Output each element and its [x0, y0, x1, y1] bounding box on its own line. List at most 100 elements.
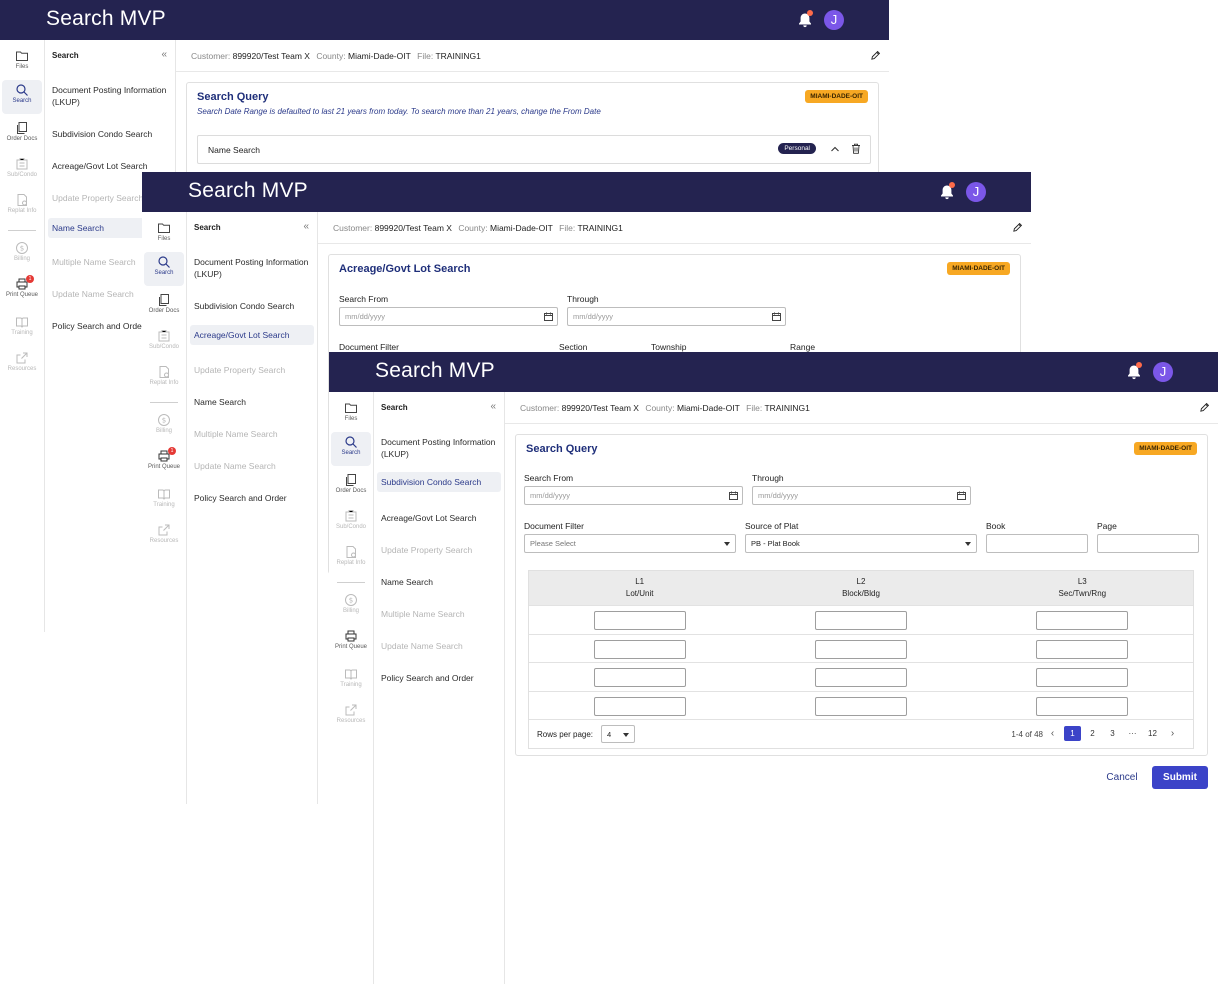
chevron-left-icon[interactable]: ‹ — [1044, 726, 1061, 741]
sec-twn-rng-input[interactable] — [1036, 611, 1129, 630]
rail-resources[interactable]: Resources — [2, 348, 42, 382]
pencil-icon[interactable] — [870, 50, 881, 61]
rail-files[interactable]: Files — [144, 218, 184, 252]
user-avatar[interactable]: J — [1153, 362, 1173, 382]
collapse-icon[interactable]: « — [490, 401, 496, 412]
sec-twn-rng-input[interactable] — [1036, 639, 1129, 659]
rail-print-queue[interactable]: Print Queue — [331, 626, 371, 660]
through-input[interactable]: mm/dd/yyyy — [567, 307, 786, 326]
nav-item-multiple-name[interactable]: Multiple Name Search — [377, 604, 501, 624]
rail-order-docs[interactable]: Order Docs — [144, 290, 184, 324]
rail-order-docs[interactable]: Order Docs — [2, 118, 42, 152]
rail-sub-condo[interactable]: Sub/Condo — [331, 506, 371, 540]
rail-sub-condo[interactable]: Sub/Condo — [2, 154, 42, 188]
rail-replat-info[interactable]: Replat Info — [144, 362, 184, 396]
chevron-up-icon[interactable] — [830, 144, 840, 154]
book-input[interactable] — [986, 534, 1088, 553]
nav-item-update-name[interactable]: Update Name Search — [377, 636, 501, 656]
rail-training[interactable]: Training — [331, 664, 371, 698]
sec-twn-rng-input[interactable] — [1036, 668, 1129, 687]
rail-training[interactable]: Training — [144, 484, 184, 518]
rail-files[interactable]: Files — [2, 46, 42, 80]
nav-item-update-property[interactable]: Update Property Search — [377, 540, 501, 560]
rail-search[interactable]: Search — [2, 80, 42, 114]
rail-print-queue[interactable]: Print Queue 1 — [144, 446, 184, 480]
calendar-icon[interactable] — [729, 491, 738, 500]
page-button-3[interactable]: 3 — [1104, 726, 1121, 741]
lot-unit-input[interactable] — [593, 611, 686, 630]
calendar-icon[interactable] — [772, 312, 781, 321]
pencil-icon[interactable] — [1199, 402, 1210, 413]
submit-button[interactable]: Submit — [1152, 766, 1208, 789]
icon-rail: Files Search Order Docs Sub/Condo Replat… — [0, 40, 45, 632]
page-label: Page — [1097, 521, 1117, 531]
rail-print-queue[interactable]: Print Queue 1 — [2, 274, 42, 308]
lot-unit-input[interactable] — [593, 696, 686, 716]
trash-icon[interactable] — [851, 143, 861, 154]
search-from-input[interactable]: mm/dd/yyyy — [339, 307, 558, 326]
nav-item-document-posting[interactable]: Document Posting Information (LKUP) — [48, 80, 172, 112]
nav-item-name-search[interactable]: Name Search — [190, 392, 314, 412]
rail-replat-info[interactable]: Replat Info — [2, 190, 42, 224]
rail-search[interactable]: Search — [331, 432, 371, 466]
cancel-button[interactable]: Cancel — [1100, 766, 1144, 789]
user-avatar[interactable]: J — [966, 182, 986, 202]
rows-per-page-select[interactable]: 4 — [601, 725, 635, 743]
nav-item-policy-search[interactable]: Policy Search and Order — [377, 668, 501, 688]
sec-twn-rng-input[interactable] — [1036, 696, 1129, 716]
lot-unit-input[interactable] — [593, 668, 686, 687]
user-avatar[interactable]: J — [824, 10, 844, 30]
nav-item-acreage-govt-lot[interactable]: Acreage/Govt Lot Search — [377, 508, 501, 528]
document-filter-select[interactable]: Please Select — [524, 534, 736, 553]
block-bldg-input[interactable] — [814, 639, 907, 659]
nav-item-update-name[interactable]: Update Name Search — [190, 456, 314, 476]
collapse-icon[interactable]: « — [303, 221, 309, 232]
calendar-icon[interactable] — [544, 312, 553, 321]
rail-label: Resources — [149, 538, 179, 544]
name-search-row[interactable]: Name Search Personal — [197, 135, 871, 164]
nav-item-update-property[interactable]: Update Property Search — [190, 360, 314, 380]
rail-replat-info[interactable]: Replat Info — [331, 542, 371, 576]
rail-resources[interactable]: Resources — [144, 520, 184, 554]
source-of-plat-label: Source of Plat — [745, 521, 799, 531]
rail-files[interactable]: Files — [331, 398, 371, 432]
nav-item-multiple-name[interactable]: Multiple Name Search — [190, 424, 314, 444]
nav-item-name-search[interactable]: Name Search — [377, 572, 501, 592]
rail-billing[interactable]: $ Billing — [331, 590, 371, 624]
nav-item-acreage-govt-lot[interactable]: Acreage/Govt Lot Search — [190, 325, 314, 345]
block-bldg-input[interactable] — [814, 696, 907, 716]
nav-item-subdivision-condo[interactable]: Subdivision Condo Search — [190, 296, 314, 316]
rail-search[interactable]: Search — [144, 252, 184, 286]
source-of-plat-select[interactable]: PB - Plat Book — [745, 534, 977, 553]
chevron-right-icon[interactable]: › — [1164, 726, 1181, 741]
rail-training[interactable]: Training — [2, 312, 42, 346]
page-button-2[interactable]: 2 — [1084, 726, 1101, 741]
pencil-icon[interactable] — [1012, 222, 1023, 233]
table-row — [529, 690, 1193, 720]
rail-sub-condo[interactable]: Sub/Condo — [144, 326, 184, 360]
block-bldg-input[interactable] — [814, 668, 907, 687]
nav-item-policy-search[interactable]: Policy Search and Order — [190, 488, 314, 508]
rail-billing[interactable]: $ Billing — [2, 238, 42, 272]
search-from-input[interactable]: mm/dd/yyyy — [524, 486, 743, 505]
lot-unit-input[interactable] — [593, 639, 686, 659]
rail-billing[interactable]: $ Billing — [144, 410, 184, 444]
page-button-12[interactable]: 12 — [1144, 726, 1161, 741]
personal-pill: Personal — [778, 143, 816, 154]
rail-resources[interactable]: Resources — [331, 700, 371, 734]
search-from-label: Search From — [524, 473, 574, 483]
nav-item-document-posting[interactable]: Document Posting Information (LKUP) — [190, 252, 314, 284]
rail-label: Training — [11, 330, 33, 336]
collapse-icon[interactable]: « — [161, 49, 167, 60]
block-bldg-input[interactable] — [814, 611, 907, 630]
print-queue-count-badge: 1 — [168, 447, 176, 455]
through-input[interactable]: mm/dd/yyyy — [752, 486, 971, 505]
calendar-icon[interactable] — [957, 491, 966, 500]
nav-item-document-posting[interactable]: Document Posting Information (LKUP) — [377, 432, 501, 464]
page-input[interactable] — [1097, 534, 1199, 553]
nav-item-subdivision-condo[interactable]: Subdivision Condo Search — [377, 472, 501, 492]
nav-item-subdivision-condo[interactable]: Subdivision Condo Search — [48, 124, 172, 144]
date-range-hint: Search Date Range is defaulted to last 2… — [197, 107, 601, 116]
rail-order-docs[interactable]: Order Docs — [331, 470, 371, 504]
page-button-1[interactable]: 1 — [1064, 726, 1081, 741]
